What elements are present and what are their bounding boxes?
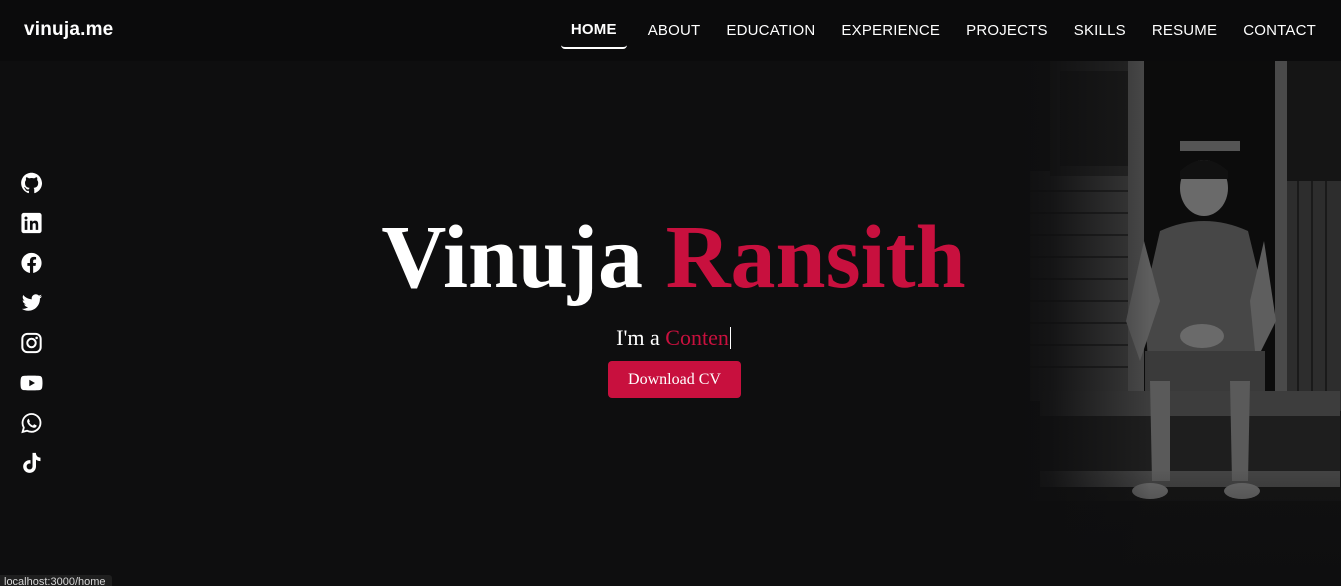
role-typed-text: Conten — [665, 325, 729, 350]
hero-last-name: Ransith — [665, 208, 966, 307]
linkedin-icon[interactable] — [20, 212, 43, 234]
site-logo[interactable]: vinuja.me — [24, 19, 113, 41]
hero-role: I'm a Conten — [0, 323, 1341, 353]
nav-item-projects[interactable]: PROJECTS — [953, 0, 1061, 61]
navbar: vinuja.me HOME ABOUT EDUCATION EXPERIENC… — [0, 0, 1341, 61]
nav-menu: HOME ABOUT EDUCATION EXPERIENCE PROJECTS… — [560, 0, 1329, 61]
whatsapp-icon[interactable] — [20, 412, 43, 434]
hero-first-name: Vinuja — [381, 208, 644, 307]
nav-item-about[interactable]: ABOUT — [635, 0, 714, 61]
twitter-icon[interactable] — [20, 292, 43, 314]
nav-item-contact[interactable]: CONTACT — [1230, 0, 1329, 61]
download-cv-button[interactable]: Download CV — [608, 361, 741, 398]
nav-item-skills[interactable]: SKILLS — [1061, 0, 1139, 61]
nav-item-education[interactable]: EDUCATION — [713, 0, 828, 61]
tiktok-icon[interactable] — [20, 452, 43, 474]
role-prefix: I'm a — [616, 325, 660, 350]
typing-cursor — [729, 327, 731, 349]
nav-item-resume[interactable]: RESUME — [1139, 0, 1230, 61]
hero-name: Vinuja Ransith — [0, 208, 1341, 308]
instagram-icon[interactable] — [20, 332, 43, 354]
social-links — [20, 172, 43, 474]
page: vinuja.me HOME ABOUT EDUCATION EXPERIENC… — [0, 0, 1341, 586]
youtube-icon[interactable] — [20, 372, 43, 394]
nav-item-experience[interactable]: EXPERIENCE — [828, 0, 953, 61]
nav-item-home[interactable]: HOME — [560, 0, 627, 49]
facebook-icon[interactable] — [20, 252, 43, 274]
photo-fade-bottom-overlay — [1020, 470, 1341, 586]
github-icon[interactable] — [20, 172, 43, 194]
status-bar-url: localhost:3000/home — [0, 575, 112, 586]
